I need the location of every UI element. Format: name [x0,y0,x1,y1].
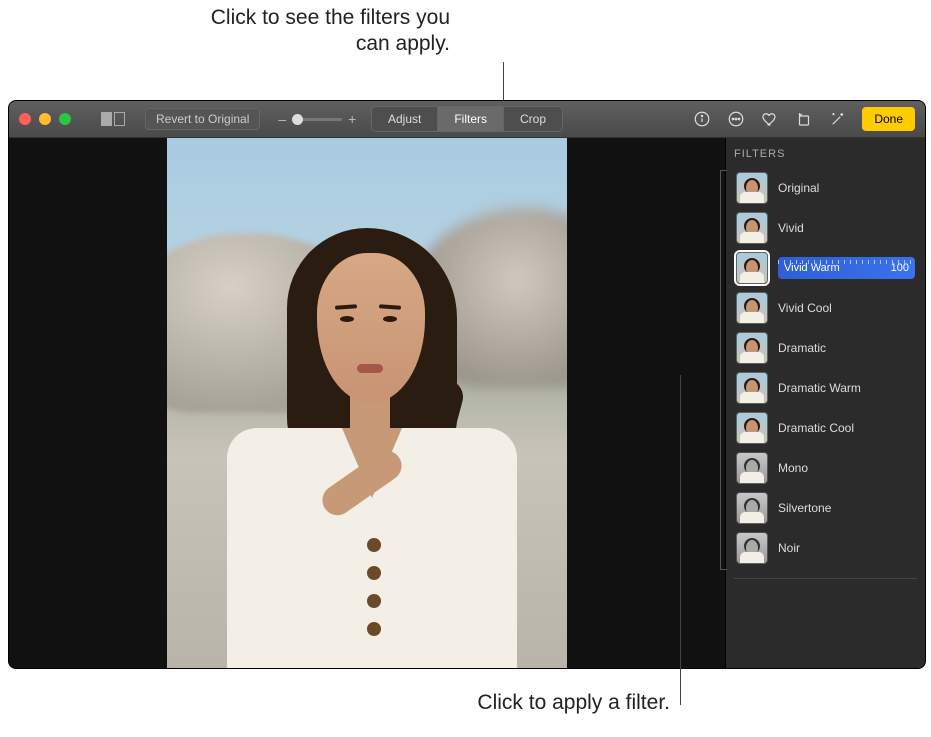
auto-enhance-icon[interactable] [828,109,848,129]
filter-thumbnail [736,492,768,524]
filter-intensity-value: 100 [891,262,909,274]
filter-label: Vivid Warm [784,262,840,274]
filter-list: Original Vivid Vivid Warm 100 Vivid Cool Dram… [734,168,917,568]
minimize-window-button[interactable] [39,113,51,125]
callout-filters-tab: Click to see the filters you can apply. [190,5,450,58]
tab-adjust[interactable]: Adjust [372,107,438,131]
zoom-in-button[interactable]: + [348,111,356,127]
more-icon[interactable] [726,109,746,129]
filter-dramatic-cool[interactable]: Dramatic Cool [734,408,917,448]
filter-thumbnail [736,212,768,244]
filter-vivid-warm[interactable]: Vivid Warm 100 [734,248,917,288]
filter-thumbnail [736,412,768,444]
callout-leader-bottom [680,375,681,705]
tab-crop[interactable]: Crop [504,107,562,131]
filter-thumbnail [736,452,768,484]
callout-apply-filter: Click to apply a filter. [390,690,670,716]
filter-original[interactable]: Original [734,168,917,208]
callout-bracket [720,170,722,570]
filter-thumbnail [736,332,768,364]
filter-dramatic[interactable]: Dramatic [734,328,917,368]
zoom-window-button[interactable] [59,113,71,125]
tab-filters[interactable]: Filters [438,107,504,131]
compare-split-toggle[interactable] [101,112,125,126]
filter-thumbnail [736,372,768,404]
favorite-heart-icon[interactable] [760,109,780,129]
filter-intensity-slider[interactable]: Vivid Warm 100 [778,257,915,279]
filter-label: Noir [778,541,800,555]
photos-edit-window: Revert to Original – + Adjust Filters Cr… [8,100,926,669]
filter-label: Dramatic Warm [778,381,861,395]
filter-label: Mono [778,461,808,475]
window-controls [19,113,71,125]
filter-label: Original [778,181,819,195]
zoom-out-button[interactable]: – [278,111,286,127]
filters-panel: FILTERS OriginalVividVivid Warm100Vivid … [725,138,925,669]
filter-label: Vivid [778,221,804,235]
filter-thumbnail [736,252,768,284]
filter-vivid-cool[interactable]: Vivid Cool [734,288,917,328]
rotate-icon[interactable] [794,109,814,129]
filter-label: Vivid Cool [778,301,832,315]
photo-preview [167,138,567,669]
photo-canvas [9,138,725,669]
filter-dramatic-warm[interactable]: Dramatic Warm [734,368,917,408]
zoom-slider[interactable] [292,118,342,121]
filter-label: Silvertone [778,501,831,515]
revert-to-original-button[interactable]: Revert to Original [145,108,260,130]
filter-noir[interactable]: Noir [734,528,917,568]
filter-thumbnail [736,172,768,204]
filter-label: Dramatic [778,341,826,355]
close-window-button[interactable] [19,113,31,125]
filters-panel-title: FILTERS [734,148,917,160]
done-button[interactable]: Done [862,107,915,131]
info-icon[interactable] [692,109,712,129]
filter-mono[interactable]: Mono [734,448,917,488]
callout-leader-top [503,62,504,102]
toolbar: Revert to Original – + Adjust Filters Cr… [9,101,925,138]
zoom-control: – + [278,111,356,127]
filter-label: Dramatic Cool [778,421,854,435]
filter-thumbnail [736,292,768,324]
panel-divider [734,578,917,579]
filter-thumbnail [736,532,768,564]
edit-mode-segmented-control: Adjust Filters Crop [371,106,563,132]
filter-silvertone[interactable]: Silvertone [734,488,917,528]
filter-vivid[interactable]: Vivid [734,208,917,248]
